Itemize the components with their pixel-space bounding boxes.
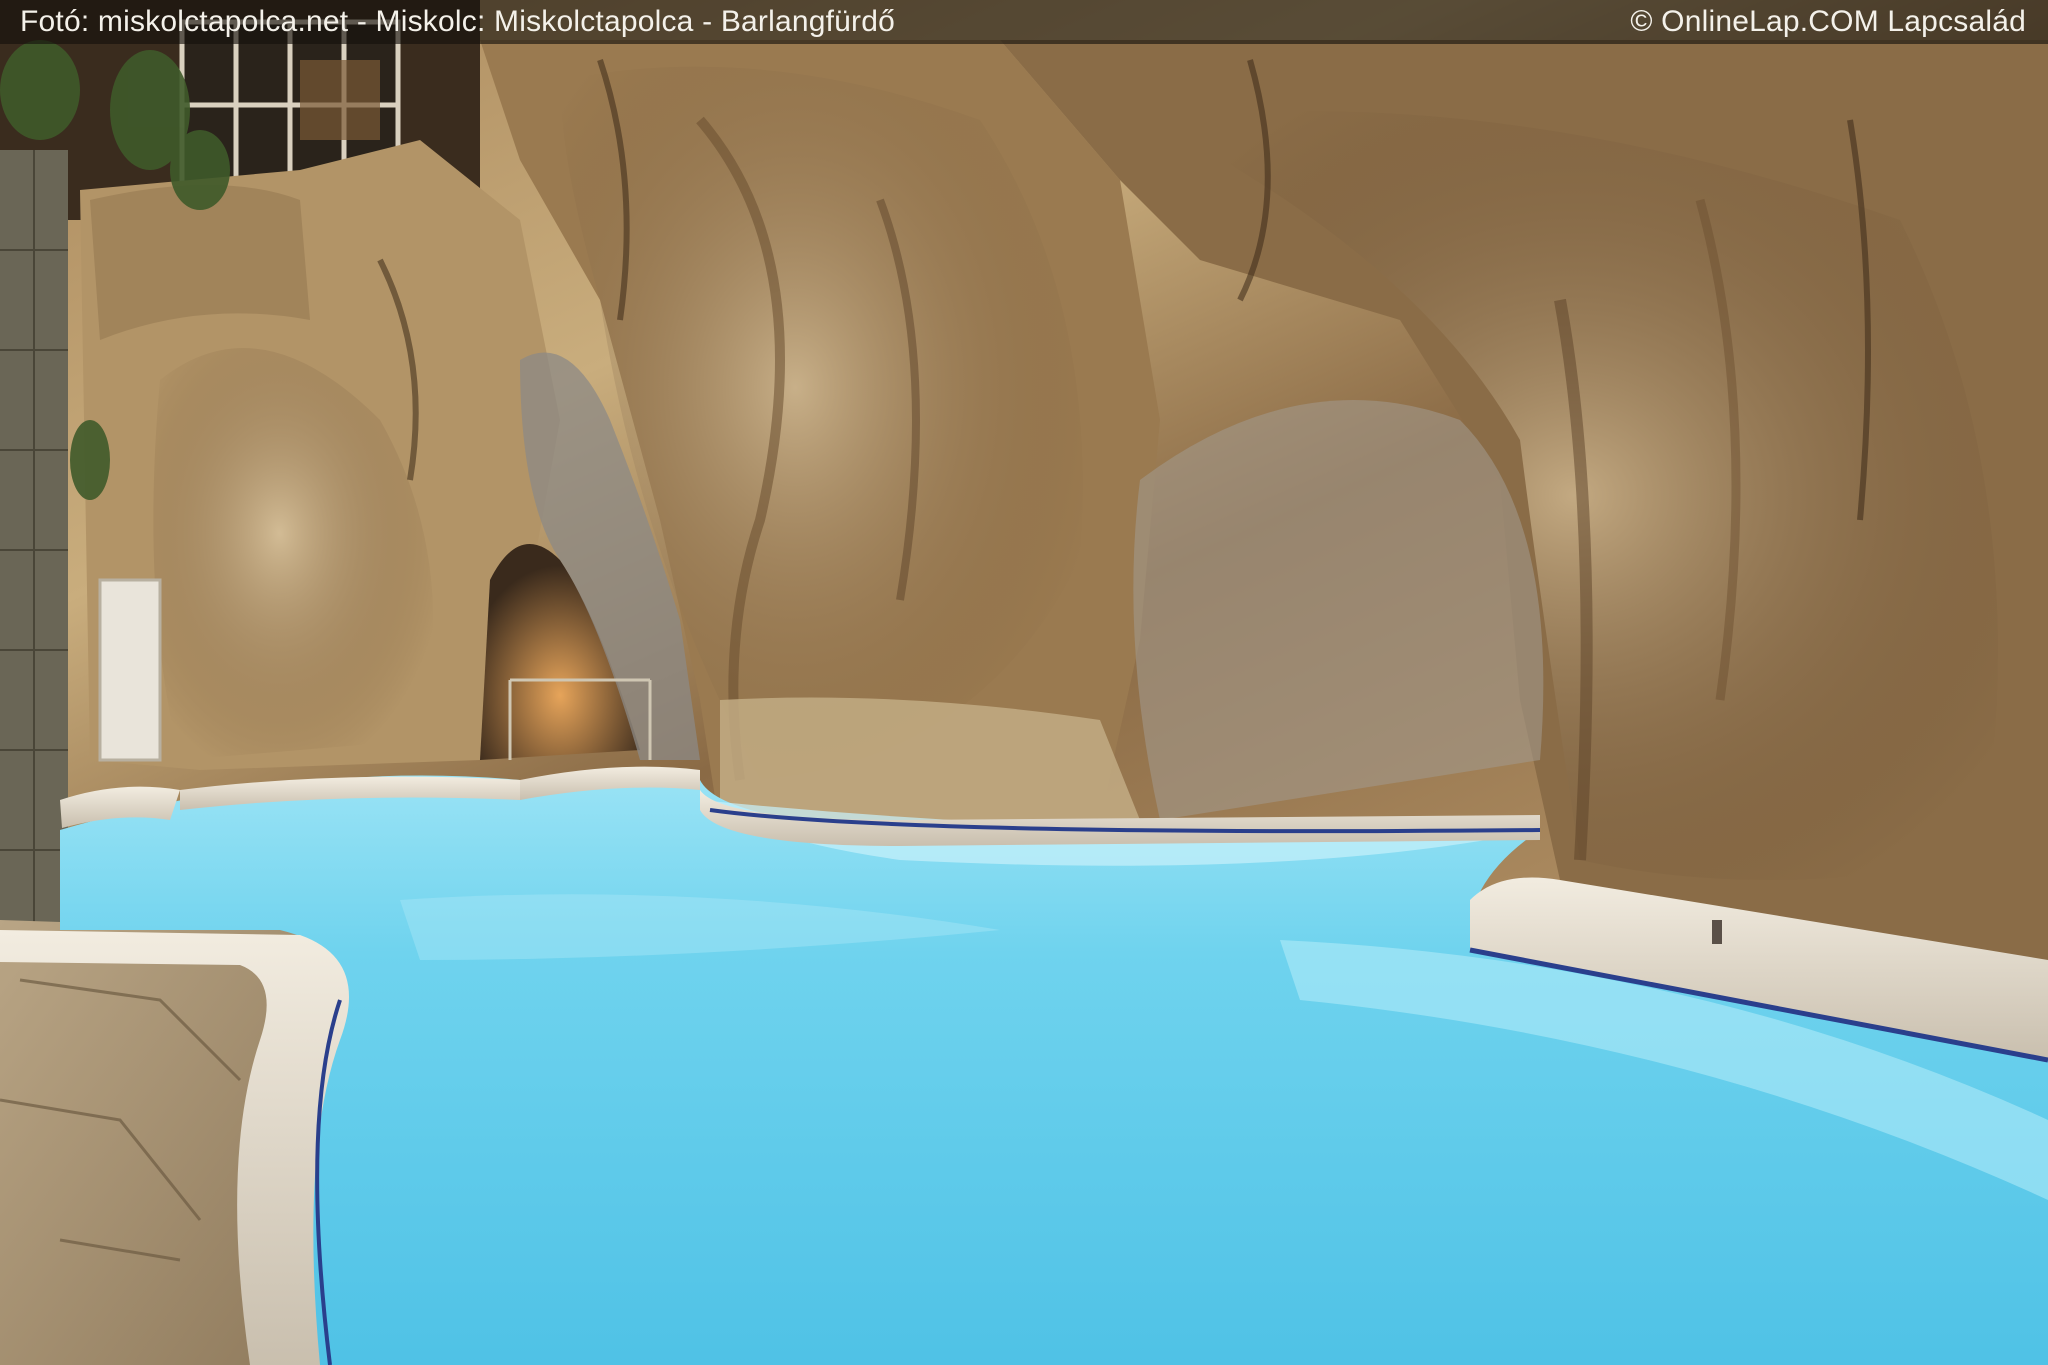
- photo-credit-caption: Fotó: miskolctapolca.net - Miskolc: Misk…: [20, 5, 896, 38]
- caption-bar: Fotó: miskolctapolca.net - Miskolc: Misk…: [0, 0, 2048, 44]
- copyright-caption: © OnlineLap.COM Lapcsalád: [1630, 5, 2026, 38]
- image-frame: Fotó: miskolctapolca.net - Miskolc: Misk…: [0, 0, 2048, 1365]
- cave-pool-photo: [0, 0, 2048, 1365]
